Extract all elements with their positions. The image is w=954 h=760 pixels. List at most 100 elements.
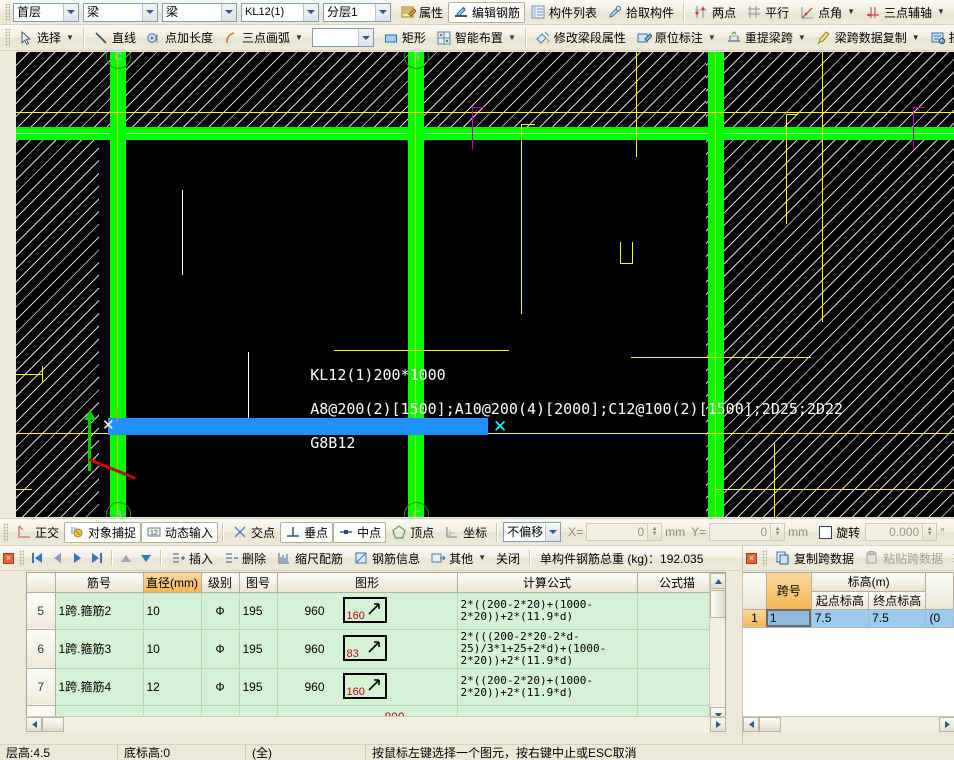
span-row-extra[interactable]: (0: [926, 609, 954, 627]
rebar-col-formula[interactable]: 计算公式: [457, 573, 637, 592]
properties-button[interactable]: 属性: [395, 2, 448, 23]
modify-beam-segment-button[interactable]: 修改梁段属性: [530, 27, 631, 48]
x-spinner[interactable]: ▲▼: [648, 523, 662, 541]
rebar-col-diameter[interactable]: 直径(mm): [143, 573, 201, 592]
span-col-end-elev[interactable]: 终点标高: [869, 591, 926, 609]
rebar-col-rownum[interactable]: [27, 573, 55, 592]
axis-bubble-bottom-left[interactable]: 3: [106, 502, 131, 517]
chevron-down-icon[interactable]: [63, 4, 78, 21]
move-down-button[interactable]: [136, 548, 156, 568]
rebar-row-name[interactable]: 1跨.箍筋4: [55, 668, 143, 705]
toolbar-grip[interactable]: [19, 550, 24, 566]
rebar-row-formula[interactable]: 2*((200-2*20)+(1000-2*20))+2*(11.9*d): [457, 592, 637, 629]
rebar-row-grade[interactable]: Ф: [201, 668, 239, 705]
rebar-row-name[interactable]: 1跨.箍筋3: [55, 629, 143, 668]
rebar-row-shape[interactable]: 960 160: [277, 592, 457, 629]
panel-close-icon[interactable]: ×: [3, 553, 14, 564]
hscroll-thumb[interactable]: [42, 717, 64, 732]
y-offset-input[interactable]: 0: [709, 523, 771, 541]
chevron-down-icon[interactable]: [375, 4, 390, 21]
select-button[interactable]: 选择 ▼: [13, 27, 79, 48]
point-add-length-button[interactable]: 点加长度: [141, 27, 218, 48]
re-extract-beam-span-button[interactable]: 重提梁跨 ▼: [721, 27, 811, 48]
rotate-checkbox[interactable]: [819, 526, 832, 539]
rebar-row-shape[interactable]: 960 160: [277, 668, 457, 705]
other-menu-button[interactable]: 其他 ▼: [425, 548, 491, 569]
offset-mode-combo[interactable]: 不偏移: [503, 522, 561, 542]
selected-beam-highlight[interactable]: [108, 418, 488, 435]
chevron-down-icon[interactable]: [303, 4, 318, 21]
pick-component-button[interactable]: 拾取构件: [602, 2, 679, 23]
ortho-button[interactable]: 正交: [11, 522, 64, 543]
insert-row-button[interactable]: 插入: [165, 548, 218, 569]
span-row-span-no[interactable]: 1: [766, 609, 811, 627]
hscroll-thumb[interactable]: [759, 717, 781, 732]
perpendicular-snap-button[interactable]: 垂点: [280, 522, 333, 543]
delete-aux-axis-button[interactable]: 删: [950, 2, 954, 23]
table-row[interactable]: 5 1跨.箍筋2 10 Ф 195 960 160: [27, 592, 717, 629]
span-col-elevation-group[interactable]: 标高(m): [811, 573, 926, 591]
rebar-info-button[interactable]: 钢筋信息: [348, 548, 425, 569]
rebar-col-formula-desc[interactable]: 公式描: [637, 573, 717, 592]
span-col-extra[interactable]: [926, 573, 954, 609]
component-list-button[interactable]: 构件列表: [525, 2, 602, 23]
rebar-row-diameter[interactable]: 10: [143, 592, 201, 629]
rebar-col-figure-no[interactable]: 图号: [239, 573, 277, 592]
three-point-aux-axis-button[interactable]: 三点辅轴 ▼: [860, 2, 950, 23]
span-row-end-elev[interactable]: 7.5: [869, 609, 926, 627]
rebar-row-formula-desc[interactable]: [637, 668, 717, 705]
chevron-down-icon[interactable]: ▼: [478, 554, 486, 562]
coordinate-snap-button[interactable]: 坐标: [439, 522, 492, 543]
table-row[interactable]: 1 1 7.5 7.5 (0: [743, 609, 954, 627]
scroll-up-icon[interactable]: [710, 573, 726, 589]
rebar-row-figure-no[interactable]: 195: [239, 629, 277, 668]
rebar-grid-hscrollbar[interactable]: [26, 716, 726, 732]
span-col-start-elev[interactable]: 起点标高: [811, 591, 868, 609]
cad-canvas[interactable]: C 3 3 C KL12(1)200*1000 A8@200(2)[1500];…: [16, 52, 954, 517]
category-combo[interactable]: 梁: [83, 3, 158, 22]
rebar-row-formula[interactable]: 2*(((200-2*20-2*d-25)/3*1+25+2*d)+(1000-…: [457, 629, 637, 668]
toolbar-grip[interactable]: [5, 3, 10, 22]
rebar-row-diameter[interactable]: 10: [143, 629, 201, 668]
three-point-arc-button[interactable]: 三点画弧 ▼: [218, 27, 308, 48]
span-col-span-no[interactable]: 跨号: [766, 573, 811, 609]
member-combo[interactable]: KL12(1): [241, 3, 319, 22]
arc-param-combo[interactable]: [312, 28, 374, 47]
scroll-right-icon[interactable]: [710, 717, 726, 732]
chevron-down-icon[interactable]: ▼: [847, 8, 855, 16]
last-record-button[interactable]: [87, 548, 107, 568]
rotate-input[interactable]: 0.000: [865, 523, 923, 541]
chevron-down-icon[interactable]: ▼: [708, 34, 716, 42]
scroll-right-icon[interactable]: [939, 717, 954, 732]
chevron-down-icon[interactable]: ▼: [798, 34, 806, 42]
span-col-rownum[interactable]: [743, 573, 766, 609]
scroll-left-icon[interactable]: [26, 717, 42, 732]
first-record-button[interactable]: [27, 548, 47, 568]
rebar-row-figure-no[interactable]: 195: [239, 592, 277, 629]
in-situ-annotation-button[interactable]: 原位标注 ▼: [631, 27, 721, 48]
rebar-col-shape[interactable]: 图形: [277, 573, 457, 592]
edit-rebar-button[interactable]: 编辑钢筋: [448, 2, 525, 23]
rebar-row-figure-no[interactable]: 195: [239, 668, 277, 705]
span-row-start-elev[interactable]: 7.5: [811, 609, 868, 627]
copy-span-data-button[interactable]: 复制跨数据: [770, 548, 859, 569]
component-type-combo[interactable]: 梁: [162, 3, 237, 22]
rebar-row-shape[interactable]: 960 83: [277, 629, 457, 668]
rebar-row-diameter[interactable]: 12: [143, 668, 201, 705]
beam-vertical-axis-3-left[interactable]: [110, 52, 126, 517]
vertex-snap-button[interactable]: 顶点: [386, 522, 439, 543]
midpoint-snap-button[interactable]: 中点: [333, 522, 386, 543]
smart-layout-button[interactable]: 智能布置 ▼: [431, 27, 521, 48]
chevron-down-icon[interactable]: ▼: [295, 34, 303, 42]
paste-span-data-button[interactable]: 粘贴跨数据: [859, 548, 948, 569]
delete-row-button[interactable]: 删除: [218, 548, 271, 569]
table-row[interactable]: 7 1跨.箍筋4 12 Ф 195 960 160: [27, 668, 717, 705]
toolbar-grip[interactable]: [3, 523, 8, 542]
scale-rebar-button[interactable]: 缩尺配筋: [271, 548, 348, 569]
vscroll-thumb[interactable]: [710, 590, 726, 618]
rebar-col-name[interactable]: 筋号: [55, 573, 143, 592]
close-panel-button[interactable]: 关闭: [491, 548, 525, 569]
rebar-row-formula[interactable]: 2*((200-2*20)+(1000-2*20))+2*(11.9*d): [457, 668, 637, 705]
line-button[interactable]: 直线: [88, 27, 141, 48]
y-spinner[interactable]: ▲▼: [771, 523, 785, 541]
